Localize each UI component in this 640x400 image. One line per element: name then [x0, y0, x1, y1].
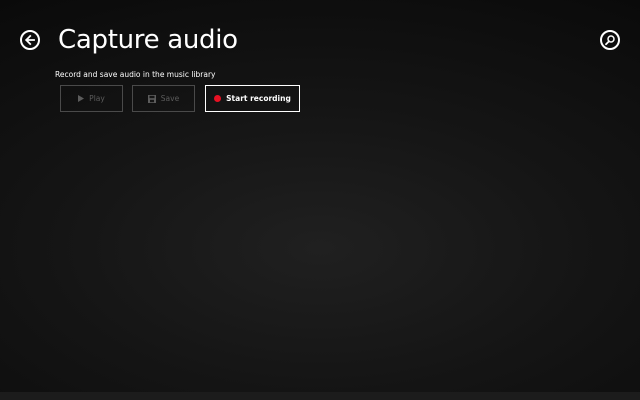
record-dot-icon [214, 95, 222, 102]
search-button[interactable] [600, 30, 620, 50]
start-recording-button[interactable]: Start recording [205, 85, 300, 112]
bottom-edge [0, 392, 640, 400]
page-title: Capture audio [58, 25, 238, 55]
save-button[interactable]: Save [132, 85, 195, 112]
play-button-label: Play [89, 94, 105, 103]
page-description: Record and save audio in the music libra… [55, 70, 216, 79]
save-button-label: Save [160, 94, 180, 103]
play-icon [78, 95, 85, 102]
search-icon [604, 34, 616, 46]
start-recording-label: Start recording [226, 94, 291, 103]
back-button[interactable] [20, 30, 40, 50]
floppy-disk-icon [147, 94, 156, 103]
play-button[interactable]: Play [60, 85, 123, 112]
back-arrow-icon [24, 34, 36, 46]
